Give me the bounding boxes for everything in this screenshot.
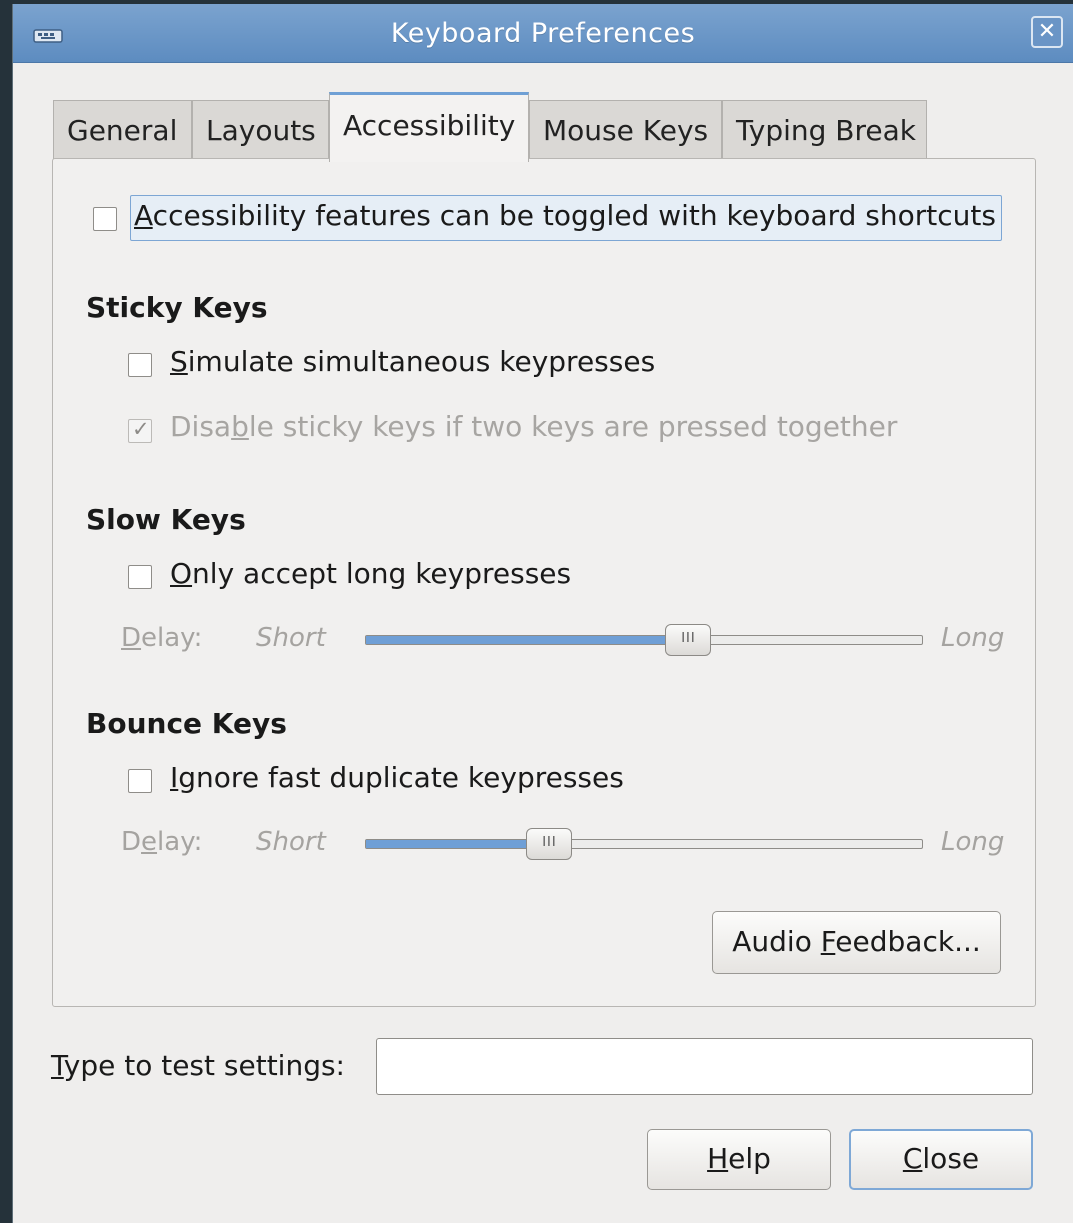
ignore-fast-label[interactable]: Ignore fast duplicate keypresses [170,761,624,794]
only-long-checkbox[interactable] [128,565,152,589]
close-button[interactable]: Close [849,1129,1033,1190]
bounce-delay-long-label: Long [941,827,1005,857]
slow-delay-label: Delay: [121,623,203,653]
test-settings-input[interactable] [376,1038,1033,1095]
close-icon[interactable]: ✕ [1031,16,1063,48]
only-long-label[interactable]: Only accept long keypresses [170,557,571,590]
tab-label: Typing Break [736,114,916,147]
tab-layouts[interactable]: Layouts [192,100,329,161]
tab-general[interactable]: General [53,100,192,161]
accessibility-panel: Accessibility features can be toggled wi… [52,158,1036,1007]
toggle-shortcuts-checkbox[interactable] [93,207,117,231]
slider-fill [366,840,550,848]
test-settings-label: Type to test settings: [51,1049,345,1082]
title-bar[interactable]: Keyboard Preferences ✕ [13,4,1073,63]
disable-sticky-label: Disable sticky keys if two keys are pres… [170,410,898,443]
slider-thumb[interactable]: III [665,624,712,656]
tab-typing-break[interactable]: Typing Break [722,100,927,161]
keyboard-preferences-window: Keyboard Preferences ✕ General Layouts A… [12,4,1073,1223]
slow-delay-short-label: Short [256,623,326,653]
slow-delay-long-label: Long [941,623,1005,653]
slider-thumb[interactable]: III [526,828,573,860]
tab-accessibility[interactable]: Accessibility [329,92,529,162]
window-title: Keyboard Preferences [390,18,696,49]
tab-label: Layouts [206,114,316,147]
slow-keys-heading: Slow Keys [86,503,246,536]
simulate-keypresses-checkbox[interactable] [128,353,152,377]
tab-label: Accessibility [343,109,516,142]
bounce-delay-label: Delay: [121,827,203,857]
help-button[interactable]: Help [647,1129,831,1190]
slow-delay-slider[interactable]: III [365,624,923,656]
bounce-keys-heading: Bounce Keys [86,707,287,740]
tab-label: Mouse Keys [543,114,709,147]
simulate-keypresses-label[interactable]: Simulate simultaneous keypresses [170,345,655,378]
bounce-delay-slider[interactable]: III [365,828,923,860]
tab-label: General [67,114,178,147]
ignore-fast-checkbox[interactable] [128,769,152,793]
audio-feedback-button[interactable]: Audio Feedback... [712,911,1001,974]
slider-fill [366,636,689,644]
disable-sticky-checkbox[interactable] [128,417,152,443]
tab-mouse-keys[interactable]: Mouse Keys [529,100,722,161]
toggle-shortcuts-label[interactable]: Accessibility features can be toggled wi… [134,199,996,232]
sticky-keys-heading: Sticky Keys [86,291,268,324]
bounce-delay-short-label: Short [256,827,326,857]
